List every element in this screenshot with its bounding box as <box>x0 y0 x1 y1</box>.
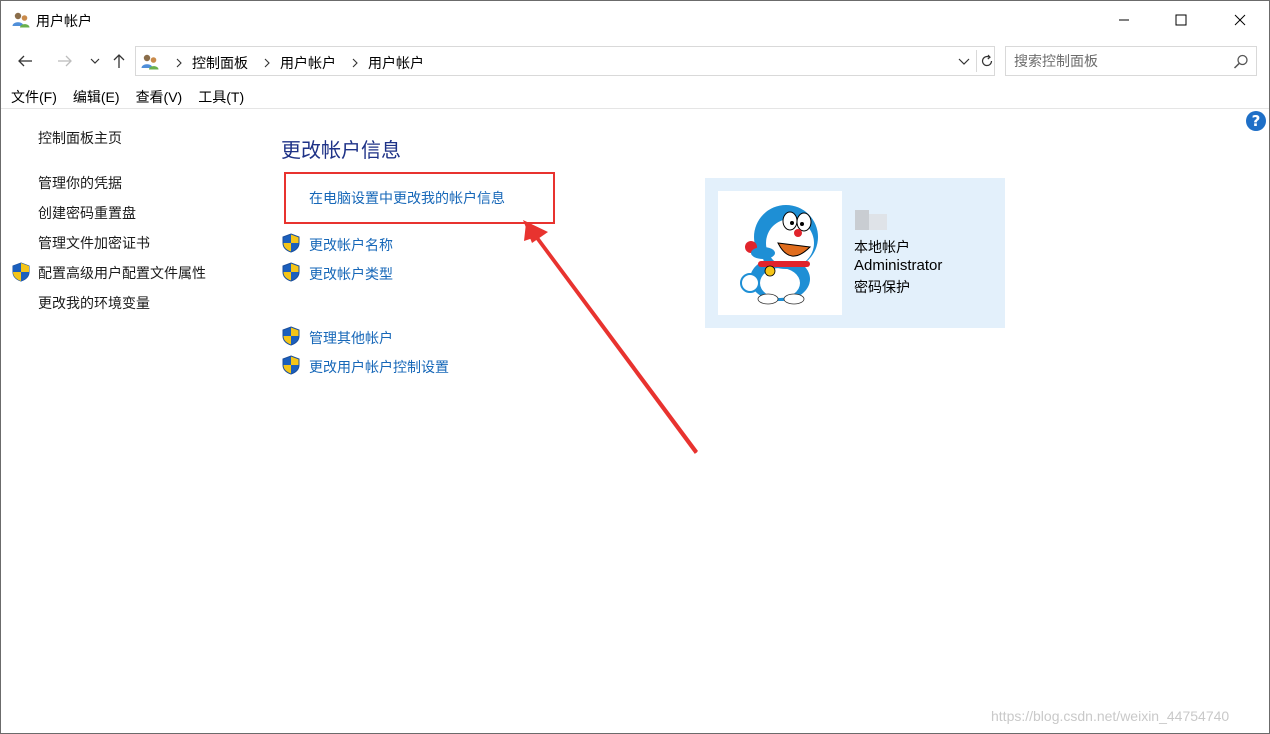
minimize-icon <box>1119 19 1129 21</box>
recent-locations-button[interactable] <box>83 49 107 73</box>
menu-file[interactable]: 文件(F) <box>1 85 65 108</box>
sidebar-item-change-env-variables[interactable]: 更改我的环境变量 <box>38 293 150 313</box>
watermark: https://blog.csdn.net/weixin_44754740 <box>991 708 1230 724</box>
back-button[interactable] <box>13 49 37 73</box>
manage-other-accounts-link[interactable]: 管理其他帐户 <box>309 328 393 348</box>
arrow-right-icon <box>58 55 72 67</box>
maximize-icon <box>1175 14 1187 26</box>
sidebar-item-control-panel-home[interactable]: 控制面板主页 <box>38 128 122 148</box>
maximize-button[interactable] <box>1158 1 1204 39</box>
uac-shield-icon <box>12 262 30 282</box>
breadcrumb-user-accounts-current[interactable]: 用户帐户 <box>368 53 424 73</box>
arrow-up-icon <box>113 54 125 68</box>
chevron-down-icon <box>958 58 970 65</box>
password-status: 密码保护 <box>854 279 910 295</box>
annotation-arrow <box>523 220 698 454</box>
account-type: 本地帐户 <box>854 239 910 255</box>
avatar <box>718 191 842 315</box>
title-bar: 用户帐户 <box>1 1 1269 39</box>
chevron-right-icon[interactable] <box>260 56 274 70</box>
pc-settings-account-link[interactable]: 在电脑设置中更改我的帐户信息 <box>309 188 505 208</box>
address-bar[interactable]: 控制面板 用户帐户 用户帐户 <box>135 46 995 76</box>
search-icon[interactable] <box>1232 53 1250 71</box>
address-dropdown-button[interactable] <box>954 51 974 71</box>
uac-shield-icon <box>282 355 300 375</box>
refresh-button[interactable] <box>976 50 996 72</box>
uac-shield-icon <box>282 233 300 253</box>
chevron-down-icon <box>90 58 100 64</box>
change-uac-settings-link[interactable]: 更改用户帐户控制设置 <box>309 357 449 377</box>
window-title: 用户帐户 <box>36 13 92 29</box>
doraemon-avatar-image <box>740 205 818 305</box>
up-button[interactable] <box>107 49 131 73</box>
menu-bar: 文件(F) 编辑(E) 查看(V) 工具(T) <box>1 85 1269 109</box>
minimize-button[interactable] <box>1101 1 1147 39</box>
menu-tools[interactable]: 工具(T) <box>188 85 252 108</box>
uac-shield-icon <box>282 262 300 282</box>
breadcrumb: 控制面板 用户帐户 用户帐户 <box>166 53 430 73</box>
help-icon[interactable]: ? <box>1246 111 1266 131</box>
uac-shield-icon <box>282 326 300 346</box>
page-title: 更改帐户信息 <box>281 140 401 162</box>
user-accounts-icon <box>141 54 159 70</box>
change-account-name-link[interactable]: 更改帐户名称 <box>309 235 393 255</box>
search-input[interactable] <box>1014 51 1224 71</box>
arrow-left-icon <box>18 55 32 67</box>
chevron-right-icon[interactable] <box>172 56 186 70</box>
menu-view[interactable]: 查看(V) <box>126 85 191 108</box>
sidebar-item-create-reset-disk[interactable]: 创建密码重置盘 <box>38 203 136 223</box>
user-accounts-icon <box>12 12 30 28</box>
search-box[interactable] <box>1005 46 1257 76</box>
forward-button[interactable] <box>53 49 77 73</box>
chevron-right-icon[interactable] <box>348 56 362 70</box>
sidebar-item-manage-encryption-certs[interactable]: 管理文件加密证书 <box>38 233 150 253</box>
account-tile: 本地帐户 Administrator 密码保护 <box>705 178 1005 328</box>
close-icon <box>1234 14 1246 26</box>
sidebar-item-advanced-profile-properties[interactable]: 配置高级用户配置文件属性 <box>38 263 206 283</box>
breadcrumb-user-accounts[interactable]: 用户帐户 <box>280 53 336 73</box>
blurred-username <box>855 210 887 230</box>
control-panel-window: 用户帐户 控制面板 用户帐户 用户帐户 搜索控制面板 文件(F) 编辑(E) 查… <box>0 0 1270 734</box>
change-account-type-link[interactable]: 更改帐户类型 <box>309 264 393 284</box>
sidebar-item-manage-credentials[interactable]: 管理你的凭据 <box>38 173 122 193</box>
breadcrumb-control-panel[interactable]: 控制面板 <box>192 53 248 73</box>
menu-edit[interactable]: 编辑(E) <box>63 85 128 108</box>
refresh-icon <box>981 54 992 67</box>
account-name: Administrator <box>854 257 943 274</box>
close-button[interactable] <box>1217 1 1263 39</box>
navigation-bar: 控制面板 用户帐户 用户帐户 <box>1 41 1269 79</box>
